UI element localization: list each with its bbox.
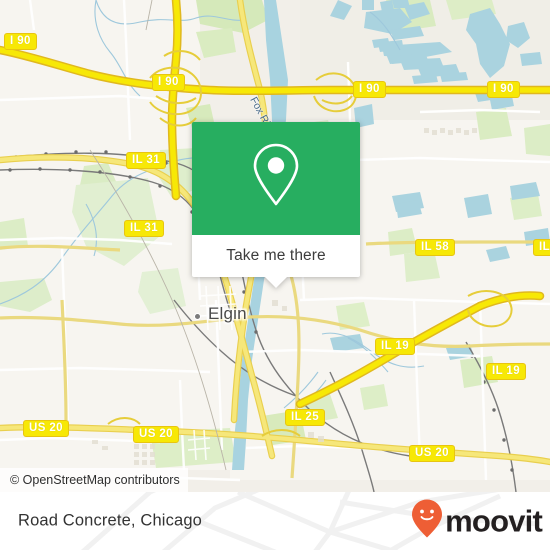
road-shield-il58: IL 58 [415,239,455,256]
road-shield-us20-1: US 20 [23,420,69,437]
road-shield-i90-3: I 90 [353,81,386,98]
brand-logo[interactable]: moovit [411,499,543,544]
road-shield-il31-2: IL 31 [124,220,164,237]
road-shield-i90-4: I 90 [487,81,520,98]
place-label-elgin: Elgin [208,304,247,323]
place-dot-elgin [194,313,201,320]
popup-image-area [192,122,360,235]
road-shield-us20-3: US 20 [409,445,455,462]
popup-action-area[interactable]: Take me there [192,235,360,288]
moovit-map-page: I 90 I 90 I 90 I 90 IL 31 IL 31 IL 58 IL… [0,0,550,550]
road-shield-us20-2: US 20 [133,426,179,443]
road-shield-il19-2: IL 19 [486,363,526,380]
road-shield-il19-1: IL 19 [375,338,415,355]
attribution-text: © OpenStreetMap contributors [10,473,180,487]
page-title: Road Concrete, Chicago [18,511,202,530]
map-attribution[interactable]: © OpenStreetMap contributors [0,468,188,492]
page-footer: Road Concrete, Chicago moovit [0,492,550,550]
road-shield-il25: IL 25 [285,409,325,426]
moovit-pin-icon [411,499,443,544]
road-shield-il31-1: IL 31 [126,152,166,169]
map-canvas[interactable]: I 90 I 90 I 90 I 90 IL 31 IL 31 IL 58 IL… [0,0,550,492]
road-shield-i90-2: I 90 [152,74,185,91]
take-me-there-button[interactable]: Take me there [226,247,326,265]
road-shield-i90-1: I 90 [4,33,37,50]
map-pin-icon [249,141,303,216]
location-popup-card[interactable]: Take me there [192,122,360,288]
popup-tail-pointer [265,277,287,288]
brand-wordmark: moovit [445,503,543,539]
road-shield-il5: IL 5 [533,239,550,256]
